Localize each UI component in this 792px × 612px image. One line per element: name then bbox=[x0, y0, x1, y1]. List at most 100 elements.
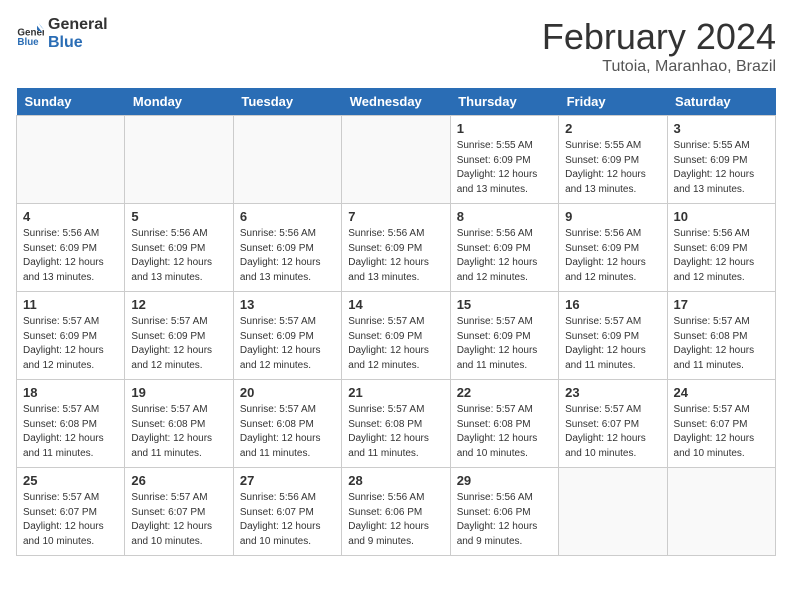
header-wednesday: Wednesday bbox=[342, 88, 450, 116]
day-cell: 16 Sunrise: 5:57 AM Sunset: 6:09 PM Dayli… bbox=[559, 292, 667, 380]
day-number: 17 bbox=[674, 297, 769, 312]
day-info: Sunrise: 5:57 AM Sunset: 6:09 PM Dayligh… bbox=[457, 315, 552, 373]
day-number: 22 bbox=[457, 385, 552, 400]
day-number: 20 bbox=[240, 385, 335, 400]
header-monday: Monday bbox=[125, 88, 233, 116]
day-cell bbox=[342, 116, 450, 204]
day-cell: 8 Sunrise: 5:56 AM Sunset: 6:09 PM Daylig… bbox=[450, 204, 558, 292]
header-thursday: Thursday bbox=[450, 88, 558, 116]
day-cell: 14 Sunrise: 5:57 AM Sunset: 6:09 PM Dayli… bbox=[342, 292, 450, 380]
day-info: Sunrise: 5:56 AM Sunset: 6:06 PM Dayligh… bbox=[348, 491, 443, 549]
week-row-1: 1Sunrise: 5:55 AM Sunset: 6:09 PM Daylig… bbox=[17, 116, 776, 204]
day-cell: 9 Sunrise: 5:56 AM Sunset: 6:09 PM Daylig… bbox=[559, 204, 667, 292]
header-sunday: Sunday bbox=[17, 88, 125, 116]
day-cell bbox=[125, 116, 233, 204]
day-number: 26 bbox=[131, 473, 226, 488]
day-number: 24 bbox=[674, 385, 769, 400]
day-cell: 18Sunrise: 5:57 AM Sunset: 6:08 PM Dayli… bbox=[17, 380, 125, 468]
day-cell: 24 Sunrise: 5:57 AM Sunset: 6:07 PM Dayli… bbox=[667, 380, 775, 468]
day-cell: 15 Sunrise: 5:57 AM Sunset: 6:09 PM Dayli… bbox=[450, 292, 558, 380]
day-info: Sunrise: 5:56 AM Sunset: 6:07 PM Dayligh… bbox=[240, 491, 335, 549]
day-info: Sunrise: 5:55 AM Sunset: 6:09 PM Dayligh… bbox=[565, 139, 660, 197]
day-info: Sunrise: 5:57 AM Sunset: 6:08 PM Dayligh… bbox=[674, 315, 769, 373]
day-cell: 1Sunrise: 5:55 AM Sunset: 6:09 PM Daylig… bbox=[450, 116, 558, 204]
day-cell bbox=[233, 116, 341, 204]
header-row: SundayMondayTuesdayWednesdayThursdayFrid… bbox=[17, 88, 776, 116]
day-info: Sunrise: 5:57 AM Sunset: 6:09 PM Dayligh… bbox=[565, 315, 660, 373]
day-info: Sunrise: 5:57 AM Sunset: 6:09 PM Dayligh… bbox=[240, 315, 335, 373]
page-subtitle: Tutoia, Maranhao, Brazil bbox=[542, 58, 776, 76]
logo-icon: General Blue bbox=[16, 20, 44, 48]
day-number: 14 bbox=[348, 297, 443, 312]
day-number: 6 bbox=[240, 209, 335, 224]
day-info: Sunrise: 5:57 AM Sunset: 6:07 PM Dayligh… bbox=[674, 403, 769, 461]
week-row-2: 4 Sunrise: 5:56 AM Sunset: 6:09 PM Daylig… bbox=[17, 204, 776, 292]
day-cell: 21 Sunrise: 5:57 AM Sunset: 6:08 PM Dayli… bbox=[342, 380, 450, 468]
page-title: February 2024 bbox=[542, 16, 776, 58]
week-row-3: 11Sunrise: 5:57 AM Sunset: 6:09 PM Dayli… bbox=[17, 292, 776, 380]
logo-general: General bbox=[48, 16, 108, 34]
day-info: Sunrise: 5:57 AM Sunset: 6:08 PM Dayligh… bbox=[457, 403, 552, 461]
day-info: Sunrise: 5:56 AM Sunset: 6:09 PM Dayligh… bbox=[674, 227, 769, 285]
day-number: 5 bbox=[131, 209, 226, 224]
title-area: February 2024 Tutoia, Maranhao, Brazil bbox=[542, 16, 776, 76]
day-info: Sunrise: 5:57 AM Sunset: 6:07 PM Dayligh… bbox=[23, 491, 118, 549]
day-number: 29 bbox=[457, 473, 552, 488]
day-cell bbox=[559, 468, 667, 556]
day-info: Sunrise: 5:57 AM Sunset: 6:08 PM Dayligh… bbox=[23, 403, 118, 461]
day-cell: 28 Sunrise: 5:56 AM Sunset: 6:06 PM Dayli… bbox=[342, 468, 450, 556]
day-info: Sunrise: 5:57 AM Sunset: 6:09 PM Dayligh… bbox=[23, 315, 118, 373]
day-cell: 7 Sunrise: 5:56 AM Sunset: 6:09 PM Daylig… bbox=[342, 204, 450, 292]
day-number: 25 bbox=[23, 473, 118, 488]
day-cell: 10 Sunrise: 5:56 AM Sunset: 6:09 PM Dayli… bbox=[667, 204, 775, 292]
day-cell: 25 Sunrise: 5:57 AM Sunset: 6:07 PM Dayli… bbox=[17, 468, 125, 556]
day-cell: 19Sunrise: 5:57 AM Sunset: 6:08 PM Dayli… bbox=[125, 380, 233, 468]
day-number: 3 bbox=[674, 121, 769, 136]
day-info: Sunrise: 5:57 AM Sunset: 6:09 PM Dayligh… bbox=[348, 315, 443, 373]
header-friday: Friday bbox=[559, 88, 667, 116]
day-cell: 2Sunrise: 5:55 AM Sunset: 6:09 PM Daylig… bbox=[559, 116, 667, 204]
day-info: Sunrise: 5:55 AM Sunset: 6:09 PM Dayligh… bbox=[674, 139, 769, 197]
day-cell: 23 Sunrise: 5:57 AM Sunset: 6:07 PM Dayli… bbox=[559, 380, 667, 468]
day-cell: 5 Sunrise: 5:56 AM Sunset: 6:09 PM Daylig… bbox=[125, 204, 233, 292]
day-info: Sunrise: 5:56 AM Sunset: 6:09 PM Dayligh… bbox=[565, 227, 660, 285]
day-number: 7 bbox=[348, 209, 443, 224]
day-number: 15 bbox=[457, 297, 552, 312]
day-cell: 4 Sunrise: 5:56 AM Sunset: 6:09 PM Daylig… bbox=[17, 204, 125, 292]
day-cell: 3 Sunrise: 5:55 AM Sunset: 6:09 PM Daylig… bbox=[667, 116, 775, 204]
day-number: 21 bbox=[348, 385, 443, 400]
day-info: Sunrise: 5:57 AM Sunset: 6:07 PM Dayligh… bbox=[565, 403, 660, 461]
day-info: Sunrise: 5:56 AM Sunset: 6:09 PM Dayligh… bbox=[240, 227, 335, 285]
day-info: Sunrise: 5:56 AM Sunset: 6:09 PM Dayligh… bbox=[131, 227, 226, 285]
day-cell bbox=[667, 468, 775, 556]
day-info: Sunrise: 5:56 AM Sunset: 6:09 PM Dayligh… bbox=[23, 227, 118, 285]
day-cell: 20Sunrise: 5:57 AM Sunset: 6:08 PM Dayli… bbox=[233, 380, 341, 468]
header-tuesday: Tuesday bbox=[233, 88, 341, 116]
day-info: Sunrise: 5:57 AM Sunset: 6:08 PM Dayligh… bbox=[348, 403, 443, 461]
day-number: 8 bbox=[457, 209, 552, 224]
day-cell: 27 Sunrise: 5:56 AM Sunset: 6:07 PM Dayli… bbox=[233, 468, 341, 556]
logo: General Blue General Blue bbox=[16, 16, 108, 51]
day-info: Sunrise: 5:56 AM Sunset: 6:09 PM Dayligh… bbox=[457, 227, 552, 285]
logo-blue: Blue bbox=[48, 34, 108, 52]
day-cell: 13Sunrise: 5:57 AM Sunset: 6:09 PM Dayli… bbox=[233, 292, 341, 380]
calendar-table: SundayMondayTuesdayWednesdayThursdayFrid… bbox=[16, 88, 776, 556]
page-header: General Blue General Blue February 2024 … bbox=[16, 16, 776, 76]
day-number: 16 bbox=[565, 297, 660, 312]
day-info: Sunrise: 5:56 AM Sunset: 6:09 PM Dayligh… bbox=[348, 227, 443, 285]
day-cell bbox=[17, 116, 125, 204]
day-info: Sunrise: 5:57 AM Sunset: 6:07 PM Dayligh… bbox=[131, 491, 226, 549]
week-row-4: 18Sunrise: 5:57 AM Sunset: 6:08 PM Dayli… bbox=[17, 380, 776, 468]
day-cell: 22 Sunrise: 5:57 AM Sunset: 6:08 PM Dayli… bbox=[450, 380, 558, 468]
day-number: 4 bbox=[23, 209, 118, 224]
day-info: Sunrise: 5:57 AM Sunset: 6:08 PM Dayligh… bbox=[131, 403, 226, 461]
day-number: 10 bbox=[674, 209, 769, 224]
day-info: Sunrise: 5:56 AM Sunset: 6:06 PM Dayligh… bbox=[457, 491, 552, 549]
day-number: 23 bbox=[565, 385, 660, 400]
day-info: Sunrise: 5:55 AM Sunset: 6:09 PM Dayligh… bbox=[457, 139, 552, 197]
day-cell: 26 Sunrise: 5:57 AM Sunset: 6:07 PM Dayli… bbox=[125, 468, 233, 556]
day-number: 9 bbox=[565, 209, 660, 224]
day-number: 27 bbox=[240, 473, 335, 488]
day-cell: 11Sunrise: 5:57 AM Sunset: 6:09 PM Dayli… bbox=[17, 292, 125, 380]
day-number: 28 bbox=[348, 473, 443, 488]
